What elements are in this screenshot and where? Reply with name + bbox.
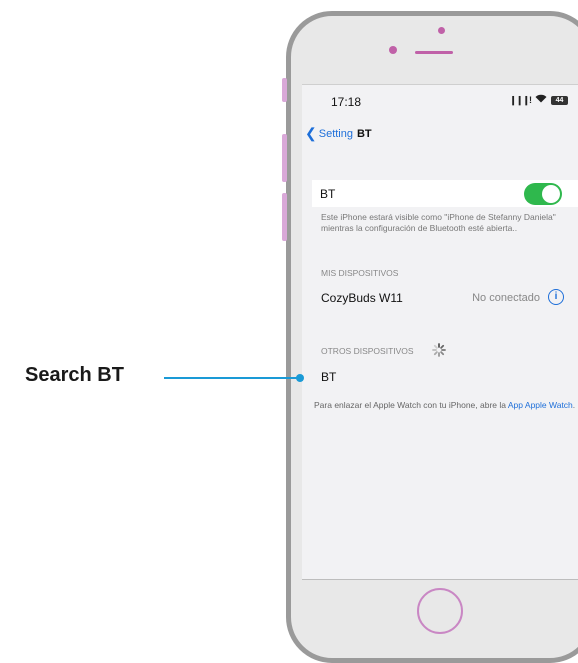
apple-watch-note: Para enlazar el Apple Watch con tu iPhon…: [314, 400, 576, 411]
info-icon[interactable]: i: [548, 289, 564, 305]
battery-icon: 44: [551, 95, 568, 105]
earpiece-speaker: [415, 51, 453, 54]
callout-dot: [296, 374, 304, 382]
back-nav[interactable]: ❮ Setting BT: [305, 125, 372, 142]
callout-line: [164, 377, 300, 379]
apple-watch-app-link[interactable]: App Apple Watch: [508, 400, 573, 410]
bt-toggle-row: BT: [312, 180, 578, 207]
bt-label: BT: [320, 187, 336, 201]
bt-toggle-switch[interactable]: [524, 183, 562, 205]
proximity-sensor-dot: [389, 46, 397, 54]
chevron-left-icon: ❮: [305, 125, 317, 141]
side-button-volume-down: [282, 193, 287, 241]
side-button-mute: [282, 78, 287, 102]
callout-label: Search BT: [25, 364, 124, 386]
toggle-knob: [542, 185, 560, 203]
camera-dot: [438, 27, 445, 34]
page-title: BT: [356, 127, 372, 140]
loading-spinner-icon: [432, 343, 446, 357]
status-icons: ❙❙❙! 44: [509, 94, 568, 106]
back-button-label[interactable]: Setting: [319, 128, 353, 140]
phone-screen: 17:18 ❙❙❙! 44 ❮ Setting BT BT Este iPhon…: [302, 84, 578, 580]
status-time: 17:18: [331, 95, 362, 109]
my-devices-header: MIS DISPOSITIVOS: [321, 268, 399, 278]
visibility-note: Este iPhone estará visible como "iPhone …: [321, 212, 556, 233]
wifi-icon: [535, 94, 547, 106]
other-device-bt[interactable]: BT: [321, 370, 336, 384]
other-devices-header: OTROS DISPOSITIVOS: [321, 346, 414, 356]
device-name: CozyBuds W11: [321, 291, 403, 305]
side-button-volume-up: [282, 134, 287, 182]
home-button[interactable]: [417, 588, 463, 634]
device-status: No conectado: [472, 292, 540, 304]
apple-watch-note-suffix: .: [572, 400, 576, 410]
signal-icon: ❙❙❙!: [509, 94, 532, 105]
apple-watch-note-text: Para enlazar el Apple Watch con tu iPhon…: [314, 400, 508, 410]
